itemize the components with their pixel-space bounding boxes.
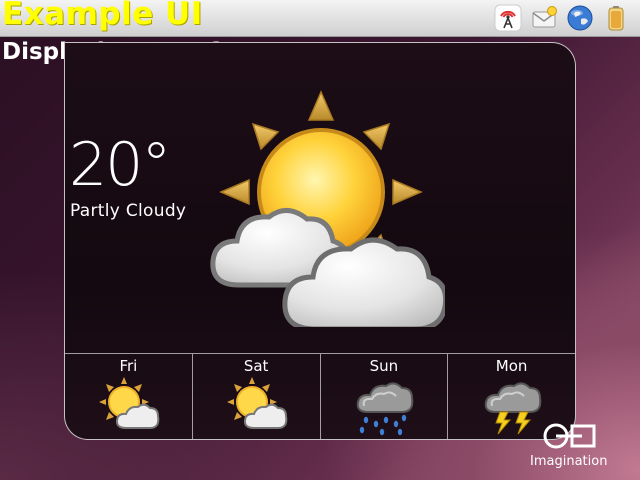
forecast-row: Fri Sat Sun Mon [65,353,575,439]
forecast-day-label: Fri [119,357,138,375]
app-title: Example UI [2,0,203,32]
forecast-day-label: Sun [369,357,399,375]
current-condition: Partly Cloudy [70,201,187,221]
top-bar: Example UI [0,0,640,37]
forecast-day[interactable]: Sun [321,354,449,439]
battery-icon[interactable] [602,4,630,32]
partly-cloudy-icon [195,77,449,332]
forecast-day-label: Sat [243,357,269,375]
forecast-day-label: Mon [495,357,528,375]
rain-icon [352,376,416,439]
forecast-day[interactable]: Sat [193,354,321,439]
globe-icon[interactable] [566,4,594,32]
partly-cloudy-icon [224,376,288,439]
mail-icon[interactable] [530,4,558,32]
forecast-day[interactable]: Fri [65,354,193,439]
brand-logo: Imagination [528,420,618,470]
imagination-logo-icon [543,423,596,449]
brand-name: Imagination [530,454,608,469]
partly-cloudy-icon [96,376,160,439]
current-temperature: 20° [69,130,171,200]
weather-panel: 20° Partly Cloudy Fri Sat Sun Mon [64,42,576,440]
system-tray [494,4,630,32]
antenna-icon[interactable] [494,4,522,32]
